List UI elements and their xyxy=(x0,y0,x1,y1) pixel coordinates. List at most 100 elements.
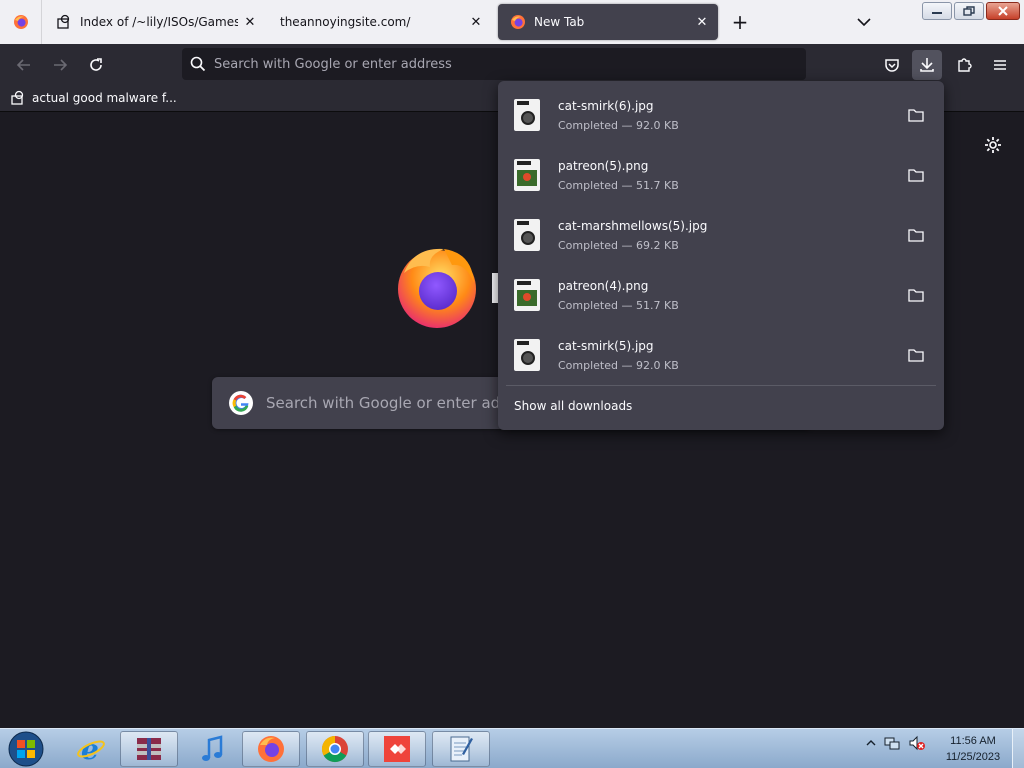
tab-new-tab[interactable]: New Tab ✕ xyxy=(498,4,718,40)
volume-muted-icon[interactable] xyxy=(908,735,926,751)
taskbar-internet-explorer[interactable]: e xyxy=(62,731,120,767)
png-file-icon xyxy=(514,159,540,191)
address-bar[interactable]: Search with Google or enter address xyxy=(182,48,806,80)
window-controls xyxy=(922,2,1020,20)
tab-close-icon[interactable]: ✕ xyxy=(464,10,488,34)
taskbar-itunes[interactable] xyxy=(184,731,242,767)
download-status: Completed — 51.7 KB xyxy=(558,298,679,312)
clock-time: 11:56 AM xyxy=(950,735,996,747)
tab-close-icon[interactable]: ✕ xyxy=(238,10,262,34)
firefox-favicon-icon xyxy=(510,14,526,30)
reload-button[interactable] xyxy=(83,52,109,78)
downloads-button[interactable] xyxy=(912,50,942,80)
pocket-icon xyxy=(885,59,899,72)
download-status: Completed — 69.2 KB xyxy=(558,238,679,252)
minimize-button[interactable] xyxy=(922,2,952,20)
minimize-icon xyxy=(932,12,942,14)
firefox-logo-icon xyxy=(394,243,480,329)
download-filename: patreon(4).png xyxy=(558,278,649,293)
site-favicon-icon xyxy=(11,90,24,105)
show-in-folder-button[interactable] xyxy=(902,341,930,369)
taskbar-firefox[interactable] xyxy=(242,731,300,767)
download-icon xyxy=(920,58,934,72)
internet-explorer-icon: e xyxy=(77,734,105,764)
clock-date: 11/25/2023 xyxy=(945,751,1001,763)
tab-theannoyingsite[interactable]: theannoyingsite.com/ ✕ xyxy=(268,4,492,40)
site-favicon-icon xyxy=(56,14,72,30)
tab-index-of-isos[interactable]: Index of /~lily/ISOs/Games/ ✕ xyxy=(44,4,266,40)
folder-icon xyxy=(908,109,924,122)
search-icon xyxy=(190,56,206,72)
network-icon[interactable] xyxy=(884,735,900,751)
show-hidden-icons-icon[interactable] xyxy=(866,738,876,748)
bookmark-label: actual good malware f... xyxy=(32,91,177,105)
pocket-button[interactable] xyxy=(879,52,905,78)
download-filename: cat-smirk(6).jpg xyxy=(558,98,654,113)
tab-title: New Tab xyxy=(534,15,585,29)
download-item[interactable]: patreon(5).png Completed — 51.7 KB xyxy=(506,147,936,203)
google-g-icon xyxy=(229,391,253,415)
download-filename: patreon(5).png xyxy=(558,158,649,173)
firefox-icon xyxy=(13,15,28,29)
show-all-downloads-button[interactable]: Show all downloads xyxy=(514,399,632,413)
start-button[interactable] xyxy=(4,730,48,768)
chrome-icon xyxy=(321,735,348,763)
download-filename: cat-smirk(5).jpg xyxy=(558,338,654,353)
app-menu-button[interactable] xyxy=(987,52,1013,78)
png-file-icon xyxy=(514,279,540,311)
panel-divider xyxy=(506,385,936,386)
puzzle-piece-icon xyxy=(958,58,972,72)
anydesk-icon xyxy=(384,736,410,762)
close-window-button[interactable] xyxy=(986,2,1020,20)
restore-button[interactable] xyxy=(954,2,984,20)
show-in-folder-button[interactable] xyxy=(902,101,930,129)
download-status: Completed — 92.0 KB xyxy=(558,118,679,132)
show-in-folder-button[interactable] xyxy=(902,281,930,309)
back-button[interactable] xyxy=(11,52,37,78)
folder-icon xyxy=(908,349,924,362)
jpg-file-icon xyxy=(514,99,540,131)
folder-icon xyxy=(908,169,924,182)
taskbar-winrar[interactable] xyxy=(120,731,178,767)
firefox-view-button[interactable] xyxy=(0,0,42,44)
tab-close-icon[interactable]: ✕ xyxy=(690,10,714,34)
notepad-icon xyxy=(450,736,473,762)
download-status: Completed — 92.0 KB xyxy=(558,358,679,372)
personalize-settings-button[interactable] xyxy=(980,132,1006,158)
tab-title: Index of /~lily/ISOs/Games/ xyxy=(80,15,238,29)
hamburger-menu-icon xyxy=(994,60,1006,70)
taskbar-chrome[interactable] xyxy=(306,731,364,767)
download-item[interactable]: patreon(4).png Completed — 51.7 KB xyxy=(506,267,936,323)
arrow-right-icon xyxy=(54,59,68,71)
folder-icon xyxy=(908,229,924,242)
show-in-folder-button[interactable] xyxy=(902,161,930,189)
download-item[interactable]: cat-smirk(5).jpg Completed — 92.0 KB xyxy=(506,327,936,383)
reload-icon xyxy=(90,58,102,71)
taskbar-anydesk[interactable] xyxy=(368,731,426,767)
taskbar-clock[interactable]: 11:56 AM 11/25/2023 xyxy=(940,733,1006,765)
tab-strip: Index of /~lily/ISOs/Games/ ✕ theannoyin… xyxy=(0,0,1024,44)
svg-text:e: e xyxy=(81,734,99,764)
jpg-file-icon xyxy=(514,339,540,371)
taskbar: e 11:56 AM 11/25/2023 xyxy=(0,728,1024,768)
address-bar-placeholder: Search with Google or enter address xyxy=(214,56,452,72)
show-desktop-button[interactable] xyxy=(1012,729,1024,768)
download-filename: cat-marshmellows(5).jpg xyxy=(558,218,708,233)
download-item[interactable]: cat-marshmellows(5).jpg Completed — 69.2… xyxy=(506,207,936,263)
close-icon xyxy=(998,6,1008,16)
show-in-folder-button[interactable] xyxy=(902,221,930,249)
new-tab-button[interactable]: + xyxy=(728,10,752,34)
restore-icon xyxy=(963,6,975,16)
tab-title: theannoyingsite.com/ xyxy=(280,15,411,29)
download-item[interactable]: cat-smirk(6).jpg Completed — 92.0 KB xyxy=(506,87,936,143)
arrow-left-icon xyxy=(16,59,30,71)
extensions-button[interactable] xyxy=(951,52,977,78)
navigation-toolbar: Search with Google or enter address xyxy=(0,44,1024,86)
folder-icon xyxy=(908,289,924,302)
list-all-tabs-button[interactable] xyxy=(852,10,876,34)
windows-start-orb-icon xyxy=(8,731,44,767)
bookmark-item[interactable]: actual good malware f... xyxy=(10,90,177,106)
forward-button[interactable] xyxy=(47,52,73,78)
system-tray xyxy=(866,735,926,751)
taskbar-notepad[interactable] xyxy=(432,731,490,767)
